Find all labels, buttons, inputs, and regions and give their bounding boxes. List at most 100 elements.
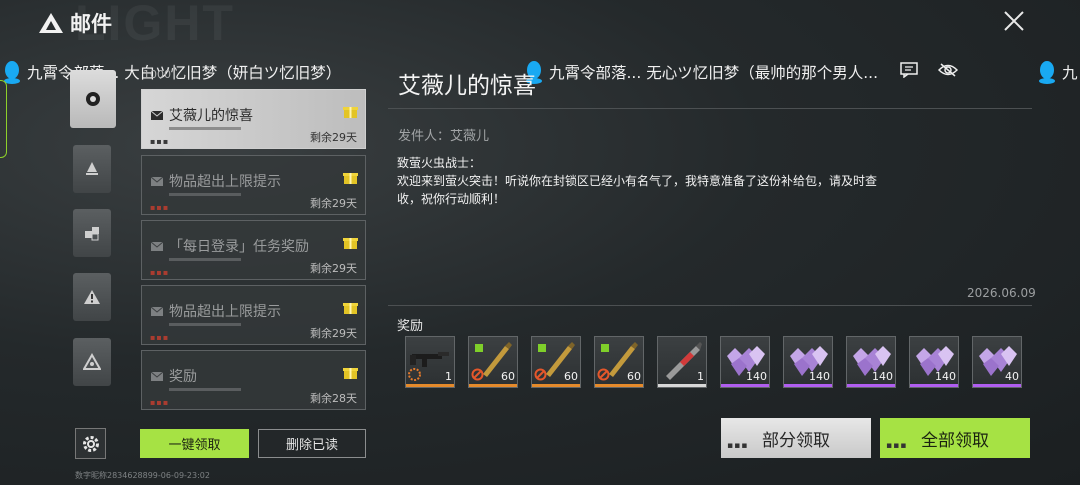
- close-button[interactable]: [999, 6, 1029, 36]
- gift-icon: [343, 173, 358, 184]
- rewards-label: 奖励: [397, 319, 424, 334]
- mail-remaining: 剩余29天: [310, 327, 357, 340]
- mail-dots: ▪▪▪: [150, 203, 170, 212]
- gear-badge-icon: [86, 92, 100, 106]
- reward-item[interactable]: 40: [972, 336, 1022, 388]
- divider: [388, 305, 1032, 306]
- rarity-strip: [784, 384, 832, 387]
- page-title: 邮件: [70, 12, 112, 36]
- mail-sender: 发件人：艾薇儿: [398, 129, 490, 144]
- reward-item[interactable]: 140: [846, 336, 896, 388]
- mail-subtitle-bar: [169, 388, 241, 391]
- mail-subtitle-bar: [169, 258, 241, 261]
- reward-item[interactable]: 140: [783, 336, 833, 388]
- rarity-badge-icon: [534, 368, 547, 381]
- rarity-strip: [658, 384, 706, 387]
- close-icon: [1004, 11, 1024, 31]
- settings-button[interactable]: [75, 428, 106, 459]
- qq-penguin-icon: [1039, 61, 1055, 84]
- mail-body: 致萤火虫战士： 欢迎来到萤火突击！听说你在封锁区已经小有名气了，我特意准备了这份…: [397, 154, 897, 208]
- reward-item[interactable]: 140: [720, 336, 770, 388]
- marquee-item[interactable]: 九霄令部落... 无心ツ忆旧梦（最帅的那个男人...: [525, 58, 959, 86]
- delete-read-button[interactable]: 删除已读: [258, 429, 366, 458]
- gift-icon: [343, 107, 358, 118]
- mail-subtitle-bar: [169, 193, 241, 196]
- one-click-claim-button[interactable]: 一键领取: [140, 429, 249, 458]
- mail-title: 艾薇儿的惊喜: [169, 108, 253, 124]
- mail-title: 物品超出上限提示: [169, 174, 281, 190]
- rarity-strip: [847, 384, 895, 387]
- button-dots: ▪▪▪: [886, 441, 908, 451]
- reward-item[interactable]: 60: [531, 336, 581, 388]
- rail-item[interactable]: [73, 209, 111, 257]
- rarity-strip: [532, 384, 580, 387]
- marquee-item[interactable]: 九: [1038, 58, 1078, 86]
- rarity-strip: [721, 384, 769, 387]
- qq-penguin-icon: [4, 61, 20, 84]
- divider: [388, 108, 1032, 109]
- reward-item[interactable]: 60: [468, 336, 518, 388]
- mail-subtitle-bar: [169, 127, 241, 130]
- partial-claim-label: 部分领取: [762, 430, 830, 451]
- boxes-icon: [85, 227, 99, 241]
- mail-item[interactable]: 「每日登录」任务奖励 ▪▪▪ 剩余29天: [141, 220, 366, 280]
- button-dots: ▪▪▪: [727, 441, 749, 451]
- mail-body-text: 欢迎来到萤火突击！听说你在封锁区已经小有名气了，我特意准备了这份补给包，请及时查…: [397, 174, 878, 206]
- mail-title: 物品超出上限提示: [169, 304, 281, 320]
- ship-icon: [86, 162, 98, 175]
- mail-item-active[interactable]: 艾薇儿的惊喜 ▪▪▪ 剩余29天: [141, 89, 366, 149]
- rail-item[interactable]: [73, 145, 111, 193]
- envelope-icon: [151, 307, 163, 316]
- marquee-item[interactable]: 九霄令部落... 大白ツ忆旧梦（妍白ツ忆旧梦）: [3, 58, 341, 86]
- mail-item[interactable]: 物品超出上限提示 ▪▪▪ 剩余29天: [141, 285, 366, 345]
- mail-dots: ▪▪▪: [150, 333, 170, 342]
- claim-all-button[interactable]: 全部领取 ▪▪▪: [880, 418, 1030, 458]
- reward-count: 140: [935, 370, 956, 383]
- mail-remaining: 剩余29天: [310, 197, 357, 210]
- mail-dots: ▪▪▪: [150, 137, 170, 146]
- envelope-icon: [151, 372, 163, 381]
- rail-item-active[interactable]: [70, 70, 116, 128]
- mini-counter: 1000: [143, 68, 171, 81]
- mail-greeting: 致萤火虫战士：: [397, 156, 482, 170]
- warning-icon: [84, 290, 100, 304]
- rarity-strip: [910, 384, 958, 387]
- footer-player-id: 数字昵称2834628899-06-09-23:02: [75, 471, 210, 480]
- marquee-text: 九霄令部落... 无心ツ忆旧梦（最帅的那个男人...: [549, 64, 878, 82]
- mail-title: 奖励: [169, 369, 197, 385]
- triangle-logo-icon: [83, 353, 101, 370]
- partial-claim-button[interactable]: 部分领取 ▪▪▪: [721, 418, 871, 458]
- rarity-strip: [406, 384, 454, 387]
- mail-subtitle-bar: [169, 323, 241, 326]
- rail-item[interactable]: [73, 273, 111, 321]
- rarity-strip: [973, 384, 1021, 387]
- gift-icon: [343, 303, 358, 314]
- reward-item[interactable]: 60: [594, 336, 644, 388]
- rail-item[interactable]: [73, 338, 111, 386]
- envelope-icon: [151, 177, 163, 186]
- reward-count: 60: [564, 370, 578, 383]
- mail-item[interactable]: 物品超出上限提示 ▪▪▪ 剩余29天: [141, 155, 366, 215]
- reward-item[interactable]: 140: [909, 336, 959, 388]
- claim-all-label: 全部领取: [921, 430, 989, 451]
- rail-selection-bar: [0, 80, 7, 158]
- reward-item[interactable]: 1: [405, 336, 455, 388]
- rarity-badge-icon: [408, 368, 421, 381]
- gear-icon: [82, 435, 99, 452]
- reward-item[interactable]: 1: [657, 336, 707, 388]
- eye-hidden-icon[interactable]: [937, 62, 959, 82]
- page-header: 邮件: [38, 8, 112, 38]
- reward-count: 60: [627, 370, 641, 383]
- reward-count: 1: [697, 370, 704, 383]
- rarity-badge-icon: [597, 368, 610, 381]
- envelope-icon: [151, 111, 163, 120]
- reward-count: 60: [501, 370, 515, 383]
- gift-icon: [343, 368, 358, 379]
- mail-remaining: 剩余28天: [310, 392, 357, 405]
- reward-count: 1: [445, 370, 452, 383]
- mail-date: 2026.06.09: [967, 286, 1036, 300]
- rarity-badge-icon: [471, 368, 484, 381]
- comment-icon[interactable]: [900, 62, 918, 82]
- triangle-logo-icon: [38, 12, 64, 34]
- mail-item[interactable]: 奖励 ▪▪▪ 剩余28天: [141, 350, 366, 410]
